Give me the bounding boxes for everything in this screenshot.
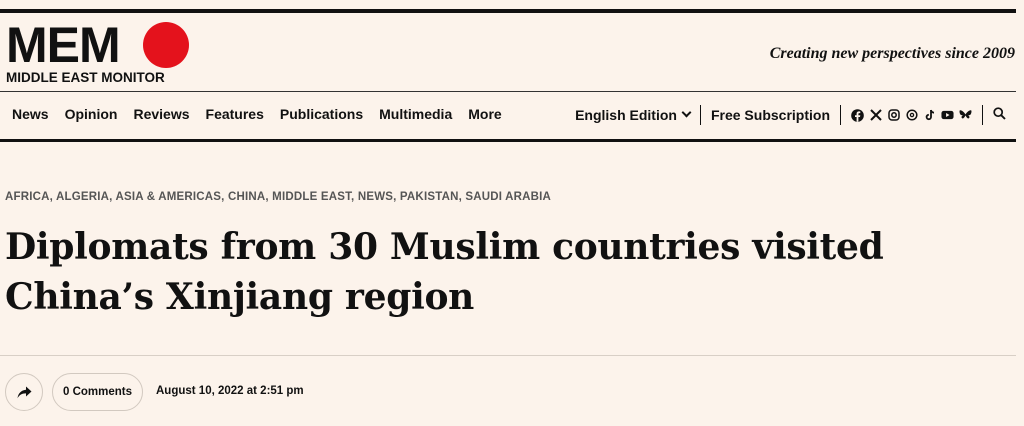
article-categories[interactable]: AFRICA, ALGERIA, ASIA & AMERICAS, CHINA,… bbox=[5, 191, 551, 203]
chevron-down-icon bbox=[681, 107, 692, 118]
article-title: Diplomats from 30 Muslim countries visit… bbox=[5, 226, 884, 318]
nav-bottom-border bbox=[0, 139, 1016, 142]
nav-item-reviews[interactable]: Reviews bbox=[133, 106, 189, 122]
instagram-icon[interactable] bbox=[887, 109, 900, 122]
comments-button[interactable]: 0 Comments bbox=[52, 373, 144, 411]
nav-item-publications[interactable]: Publications bbox=[280, 106, 363, 122]
facebook-icon[interactable] bbox=[851, 108, 864, 122]
title-divider bbox=[0, 355, 1016, 356]
header-divider bbox=[0, 91, 1016, 92]
bluesky-icon[interactable] bbox=[959, 109, 972, 122]
edition-label: English Edition bbox=[575, 107, 677, 123]
nav-item-more[interactable]: More bbox=[468, 106, 501, 122]
social-icons bbox=[851, 108, 972, 122]
logo-red-dot bbox=[143, 22, 189, 68]
nav-item-opinion[interactable]: Opinion bbox=[65, 106, 118, 122]
top-border bbox=[0, 9, 1016, 13]
publish-date: August 10, 2022 at 2:51 pm bbox=[156, 385, 304, 397]
divider bbox=[840, 105, 841, 125]
x-icon[interactable] bbox=[869, 109, 882, 122]
nav-item-multimedia[interactable]: Multimedia bbox=[379, 106, 452, 122]
memo-logo[interactable]: MEM MIDDLE EAST MONITOR bbox=[6, 20, 191, 88]
tiktok-icon[interactable] bbox=[923, 109, 936, 122]
logo-wordmark: MEM bbox=[6, 17, 121, 73]
comments-count: 0 Comments bbox=[63, 386, 133, 398]
nav-item-news[interactable]: News bbox=[12, 106, 49, 122]
share-icon bbox=[17, 386, 31, 398]
youtube-icon[interactable] bbox=[941, 109, 954, 122]
main-nav: News Opinion Reviews Features Publicatio… bbox=[12, 106, 502, 122]
logo-subtitle: MIDDLE EAST MONITOR bbox=[6, 70, 165, 85]
share-button[interactable] bbox=[5, 373, 43, 411]
search-icon[interactable] bbox=[993, 107, 1006, 123]
edition-selector[interactable]: English Edition bbox=[575, 107, 692, 123]
threads-icon[interactable] bbox=[905, 109, 918, 122]
divider bbox=[982, 105, 983, 125]
divider bbox=[699, 105, 701, 125]
nav-right: English Edition Free Subscription bbox=[575, 104, 1006, 126]
free-subscription-link[interactable]: Free Subscription bbox=[711, 107, 830, 123]
nav-item-features[interactable]: Features bbox=[206, 106, 264, 122]
site-tagline: Creating new perspectives since 2009 bbox=[769, 45, 1015, 62]
